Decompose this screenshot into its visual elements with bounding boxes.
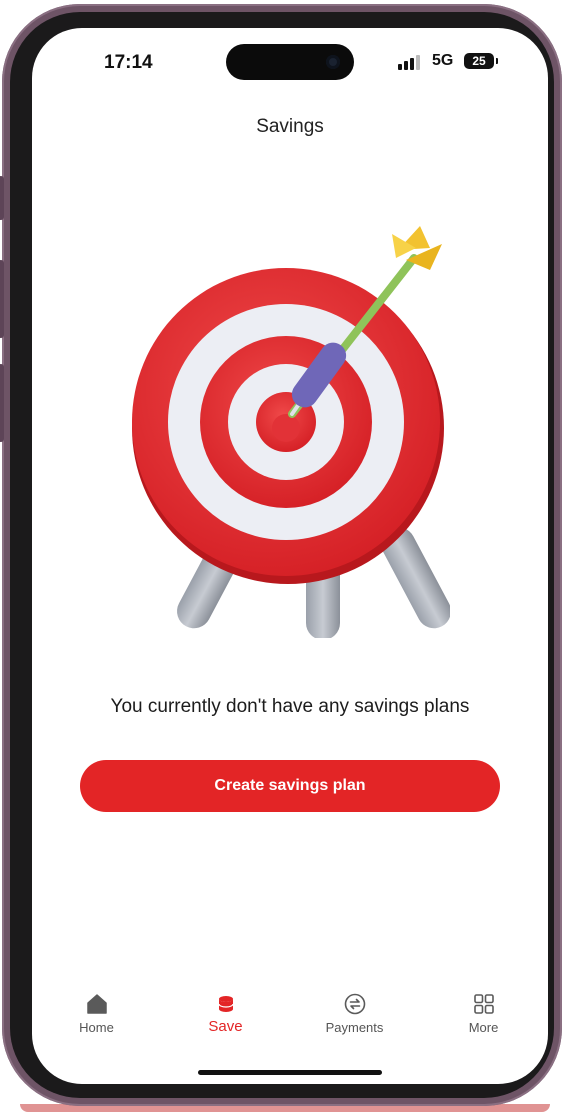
cellular-signal-icon	[398, 54, 424, 70]
dynamic-island	[226, 44, 354, 80]
tab-payments-label: Payments	[325, 1020, 384, 1035]
target-with-dart-icon	[132, 226, 450, 638]
home-indicator[interactable]	[198, 1070, 382, 1075]
tab-payments[interactable]: Payments	[290, 976, 419, 1046]
tab-save[interactable]: Save	[161, 976, 290, 1046]
empty-state-message: You currently don't have any savings pla…	[110, 696, 470, 717]
battery-icon: 25	[464, 53, 498, 69]
battery-level: 25	[472, 54, 486, 68]
grid-more-icon	[473, 994, 494, 1014]
mute-switch	[0, 176, 4, 220]
status-time: 17:14	[104, 52, 153, 73]
bottom-tab-bar: Home Save Payments More	[32, 976, 548, 1046]
tab-more[interactable]: More	[419, 976, 548, 1046]
tab-home-label: Home	[79, 1020, 114, 1035]
network-type: 5G	[432, 52, 454, 69]
volume-up-button	[0, 260, 4, 338]
tab-home[interactable]: Home	[32, 976, 161, 1046]
app-screen: 17:14 5G 25 Savings You currently don't …	[32, 28, 548, 1084]
savings-coin-stack-icon	[217, 996, 234, 1012]
create-savings-plan-button[interactable]: Create savings plan	[80, 760, 500, 812]
tab-save-label: Save	[208, 1018, 243, 1035]
tab-more-label: More	[468, 1020, 499, 1035]
home-icon	[86, 994, 107, 1014]
page-title: Savings	[256, 116, 324, 137]
payments-arrows-icon	[344, 993, 365, 1015]
front-camera-icon	[326, 55, 340, 69]
volume-down-button	[0, 364, 4, 442]
